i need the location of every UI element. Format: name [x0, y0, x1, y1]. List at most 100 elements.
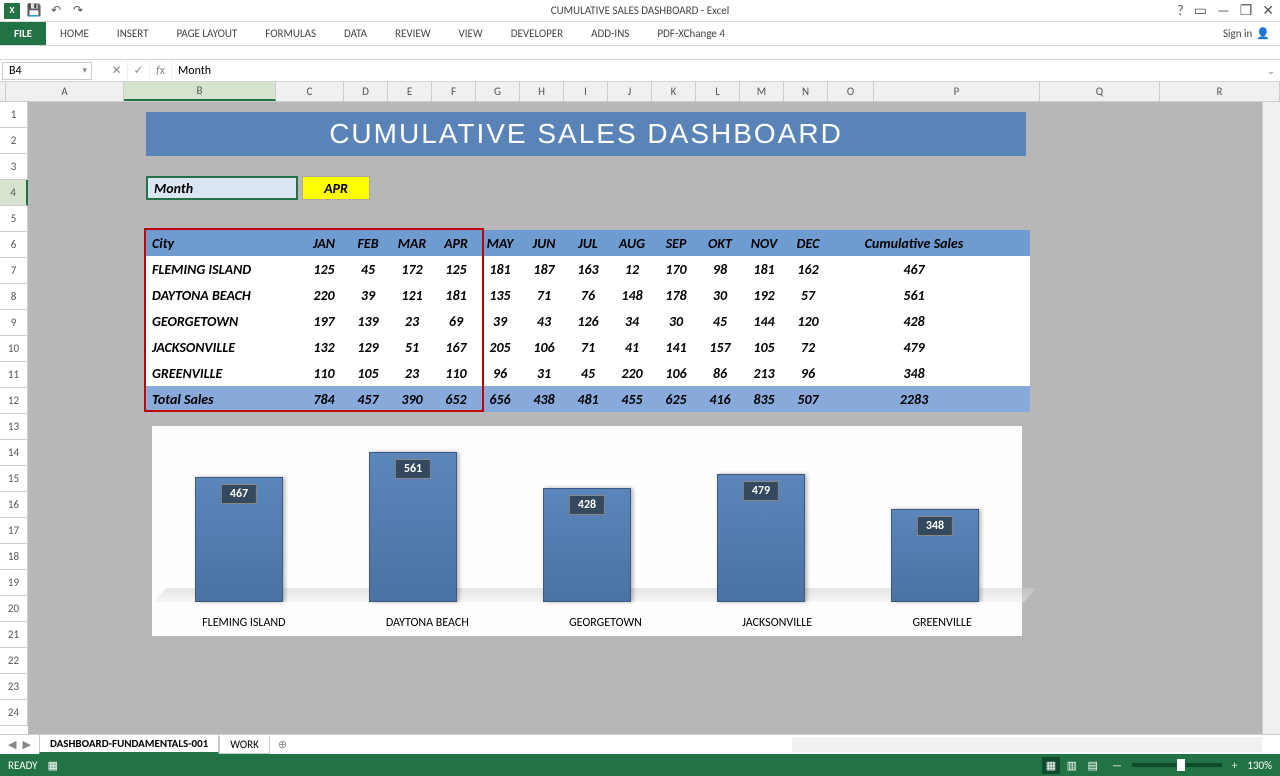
row-header-12[interactable]: 12 [0, 388, 28, 414]
save-icon[interactable]: 💾 [26, 3, 42, 19]
ribbon-options-icon[interactable]: ▭ [1194, 2, 1207, 19]
ribbon-tab-insert[interactable]: INSERT [103, 22, 163, 45]
ribbon-tab-pdf-xchange-4[interactable]: PDF-XChange 4 [643, 22, 739, 45]
zoom-level[interactable]: 130% [1247, 759, 1272, 772]
name-box[interactable]: B4 [2, 62, 92, 80]
month-label-cell[interactable]: Month [146, 176, 298, 200]
ribbon-tab-data[interactable]: DATA [330, 22, 381, 45]
minimize-icon[interactable]: — [1217, 2, 1230, 19]
formula-input[interactable]: Month [172, 64, 1262, 78]
page-layout-view-icon[interactable]: ▥ [1063, 757, 1081, 774]
ribbon-tab-formulas[interactable]: FORMULAS [251, 22, 330, 45]
col-header-F[interactable]: F [432, 82, 476, 101]
file-tab[interactable]: FILE [0, 22, 46, 45]
row-header-10[interactable]: 10 [0, 336, 28, 362]
row-header-11[interactable]: 11 [0, 362, 28, 388]
vertical-scrollbar[interactable] [1262, 102, 1280, 734]
row-header-9[interactable]: 9 [0, 310, 28, 336]
ribbon-tab-page-layout[interactable]: PAGE LAYOUT [162, 22, 251, 45]
row-header-14[interactable]: 14 [0, 440, 28, 466]
col-header-I[interactable]: I [564, 82, 608, 101]
row-header-20[interactable]: 20 [0, 596, 28, 622]
zoom-slider[interactable] [1132, 763, 1222, 767]
horizontal-scrollbar[interactable] [792, 737, 1262, 752]
maximize-icon[interactable]: ❐ [1240, 2, 1253, 19]
ribbon-tab-review[interactable]: REVIEW [381, 22, 445, 45]
ribbon-tab-add-ins[interactable]: ADD-INS [577, 22, 643, 45]
col-header-O[interactable]: O [828, 82, 874, 101]
row-header-1[interactable]: 1 [0, 102, 28, 128]
row-header-4[interactable]: 4 [0, 180, 28, 206]
next-sheet-icon[interactable]: ▶ [22, 738, 30, 751]
col-header-E[interactable]: E [388, 82, 432, 101]
macro-record-icon[interactable]: ▦ [48, 759, 58, 772]
row-header-6[interactable]: 6 [0, 232, 28, 258]
col-header-L[interactable]: L [696, 82, 740, 101]
fx-icon[interactable]: fx [150, 62, 172, 80]
ribbon-tab-developer[interactable]: DEVELOPER [497, 22, 577, 45]
close-icon[interactable]: ✕ [1262, 2, 1274, 19]
row-header-8[interactable]: 8 [0, 284, 28, 310]
page-break-view-icon[interactable]: ▤ [1084, 757, 1102, 774]
row-header-23[interactable]: 23 [0, 674, 28, 700]
accept-formula-icon[interactable]: ✓ [128, 62, 150, 80]
spreadsheet-grid[interactable]: ABCDEFGHIJKLMNOPQR 123456789101112131415… [0, 82, 1280, 734]
table-row[interactable]: JACKSONVILLE1321295116720510671411411571… [146, 334, 1030, 360]
expand-formula-bar-icon[interactable]: ⌄ [1262, 64, 1280, 77]
col-header-D[interactable]: D [344, 82, 388, 101]
sign-in-link[interactable]: Sign in 👤 [1213, 22, 1280, 45]
table-row[interactable]: GEORGETOWN197139236939431263430451441204… [146, 308, 1030, 334]
row-header-7[interactable]: 7 [0, 258, 28, 284]
row-headers[interactable]: 123456789101112131415161718192021222324 [0, 102, 28, 734]
col-header-K[interactable]: K [652, 82, 696, 101]
sheet-tab-active[interactable]: DASHBOARD-FUNDAMENTALS-001 [39, 735, 219, 754]
col-header-J[interactable]: J [608, 82, 652, 101]
col-header-Q[interactable]: Q [1040, 82, 1160, 101]
redo-icon[interactable]: ↷ [70, 3, 86, 19]
row-header-2[interactable]: 2 [0, 128, 28, 154]
row-header-16[interactable]: 16 [0, 492, 28, 518]
table-row[interactable]: DAYTONA BEACH220391211811357176148178301… [146, 282, 1030, 308]
col-header-R[interactable]: R [1160, 82, 1280, 101]
col-header-C[interactable]: C [276, 82, 344, 101]
row-header-22[interactable]: 22 [0, 648, 28, 674]
zoom-in-button[interactable]: + [1232, 759, 1237, 772]
month-value-cell[interactable]: APR [302, 176, 370, 200]
sheet-canvas[interactable]: CUMULATIVE SALES DASHBOARD Month APR Cit… [28, 102, 1262, 734]
ribbon-tab-home[interactable]: HOME [46, 22, 103, 45]
col-header-M[interactable]: M [740, 82, 784, 101]
row-header-24[interactable]: 24 [0, 700, 28, 726]
table-row[interactable]: GREENVILLE110105231109631452201068621396… [146, 360, 1030, 386]
row-header-21[interactable]: 21 [0, 622, 28, 648]
cumulative-sales-chart[interactable]: 467561428479348 FLEMING ISLANDDAYTONA BE… [152, 426, 1022, 636]
col-header-N[interactable]: N [784, 82, 828, 101]
col-header-B[interactable]: B [124, 82, 276, 101]
sheet-tab-work[interactable]: WORK [219, 736, 270, 754]
help-icon[interactable]: ? [1177, 2, 1184, 19]
row-header-3[interactable]: 3 [0, 154, 28, 180]
col-header-G[interactable]: G [476, 82, 520, 101]
table-row[interactable]: Total Sales78445739065265643848145562541… [146, 386, 1030, 412]
column-headers[interactable]: ABCDEFGHIJKLMNOPQR [6, 82, 1280, 102]
row-header-15[interactable]: 15 [0, 466, 28, 492]
row-header-19[interactable]: 19 [0, 570, 28, 596]
cancel-formula-icon[interactable]: ✕ [106, 62, 128, 80]
table-row[interactable]: CityJANFEBMARAPRMAYJUNJULAUGSEPOKTNOVDEC… [146, 230, 1030, 256]
row-header-5[interactable]: 5 [0, 206, 28, 232]
col-header-A[interactable]: A [6, 82, 124, 101]
normal-view-icon[interactable]: ▦ [1042, 757, 1060, 774]
table-row[interactable]: FLEMING ISLAND12545172125181187163121709… [146, 256, 1030, 282]
ribbon-tab-view[interactable]: VIEW [445, 22, 497, 45]
col-header-P[interactable]: P [874, 82, 1040, 101]
sheet-nav[interactable]: ◀▶ [0, 738, 39, 751]
zoom-out-button[interactable]: — [1112, 759, 1122, 772]
prev-sheet-icon[interactable]: ◀ [8, 738, 16, 751]
col-header-H[interactable]: H [520, 82, 564, 101]
add-sheet-button[interactable]: ⊕ [270, 738, 295, 751]
row-header-13[interactable]: 13 [0, 414, 28, 440]
undo-icon[interactable]: ↶ [48, 3, 64, 19]
sales-table[interactable]: CityJANFEBMARAPRMAYJUNJULAUGSEPOKTNOVDEC… [146, 230, 1030, 412]
view-switcher[interactable]: ▦ ▥ ▤ [1042, 759, 1102, 772]
row-header-17[interactable]: 17 [0, 518, 28, 544]
row-header-18[interactable]: 18 [0, 544, 28, 570]
